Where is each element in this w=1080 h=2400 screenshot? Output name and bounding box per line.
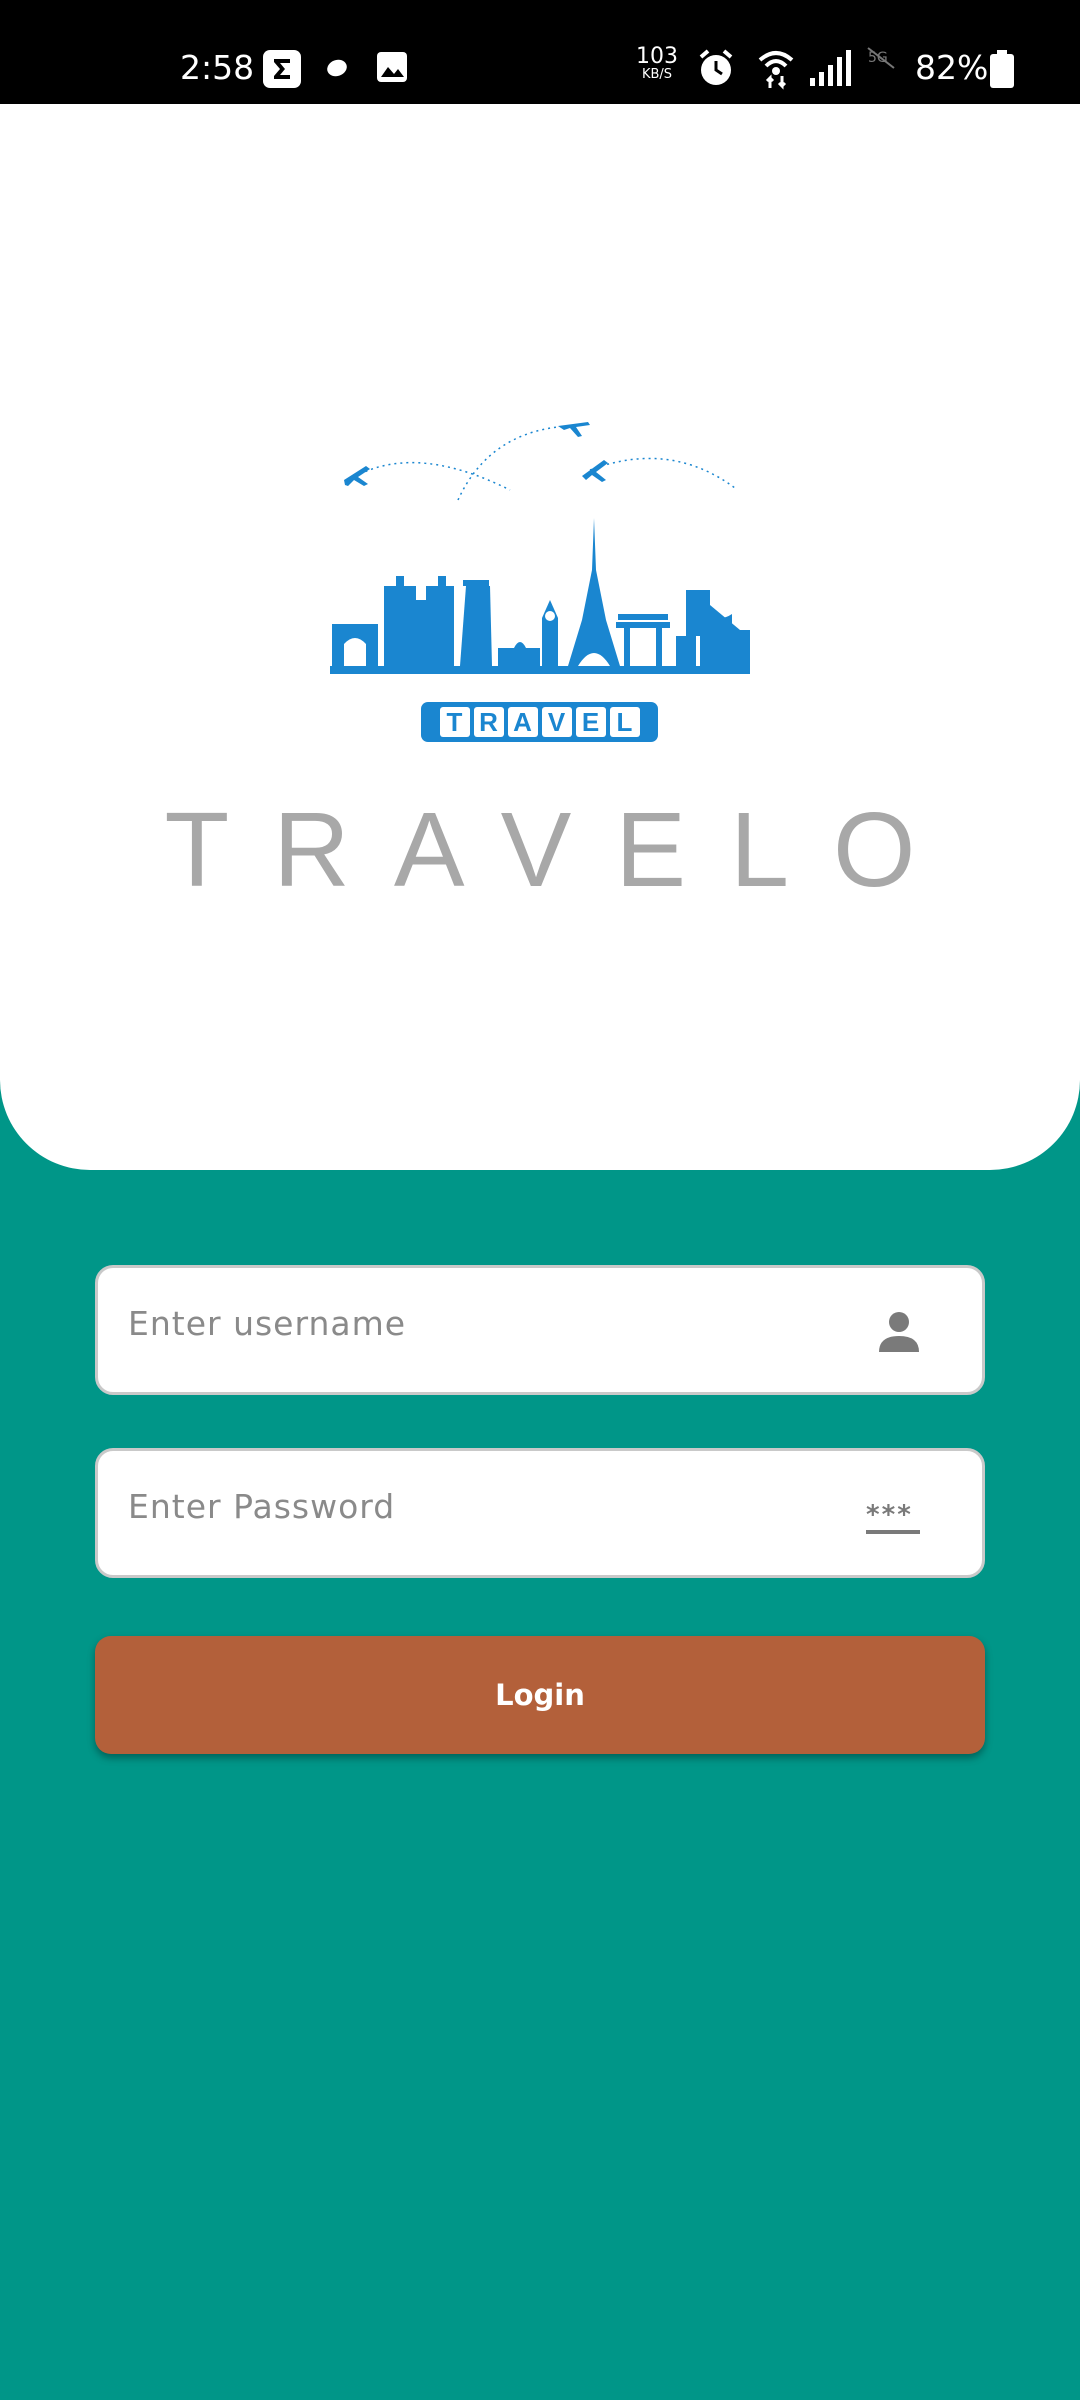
badge-letter: V (541, 707, 572, 737)
badge-letter: L (609, 707, 640, 737)
alarm-icon (696, 48, 736, 92)
battery-icon (990, 50, 1014, 92)
username-input[interactable] (128, 1298, 828, 1348)
app-title: TRAVELO (164, 791, 960, 909)
status-bar: 2:58 103 KB/S 5G 82% (0, 0, 1080, 104)
sigma-app-icon (263, 50, 301, 92)
net-speed: 103 KB/S (635, 44, 679, 82)
password-input[interactable] (128, 1481, 828, 1531)
username-field[interactable] (95, 1265, 985, 1395)
signal-icon (808, 48, 852, 92)
travel-badge: T R A V E L (421, 702, 658, 742)
travel-skyline-logo (330, 422, 750, 674)
password-field[interactable]: *** (95, 1448, 985, 1578)
badge-letter: E (575, 707, 606, 737)
login-button[interactable]: Login (95, 1636, 985, 1754)
badge-letter: A (507, 707, 538, 737)
battery-percent: 82% (915, 48, 989, 87)
status-time: 2:58 (180, 48, 255, 87)
password-icon: *** (864, 1497, 924, 1542)
no-5g-icon: 5G (866, 46, 896, 74)
image-icon (375, 50, 409, 88)
net-speed-value: 103 (636, 44, 678, 69)
person-icon (876, 1308, 922, 1359)
wifi-icon (756, 48, 796, 94)
net-speed-unit: KB/S (641, 67, 673, 82)
svg-text:5G: 5G (868, 50, 888, 66)
badge-letter: T (439, 707, 470, 737)
badge-letter: R (473, 707, 504, 737)
password-icon-stars: *** (865, 1500, 912, 1530)
dot-icon (326, 58, 348, 82)
